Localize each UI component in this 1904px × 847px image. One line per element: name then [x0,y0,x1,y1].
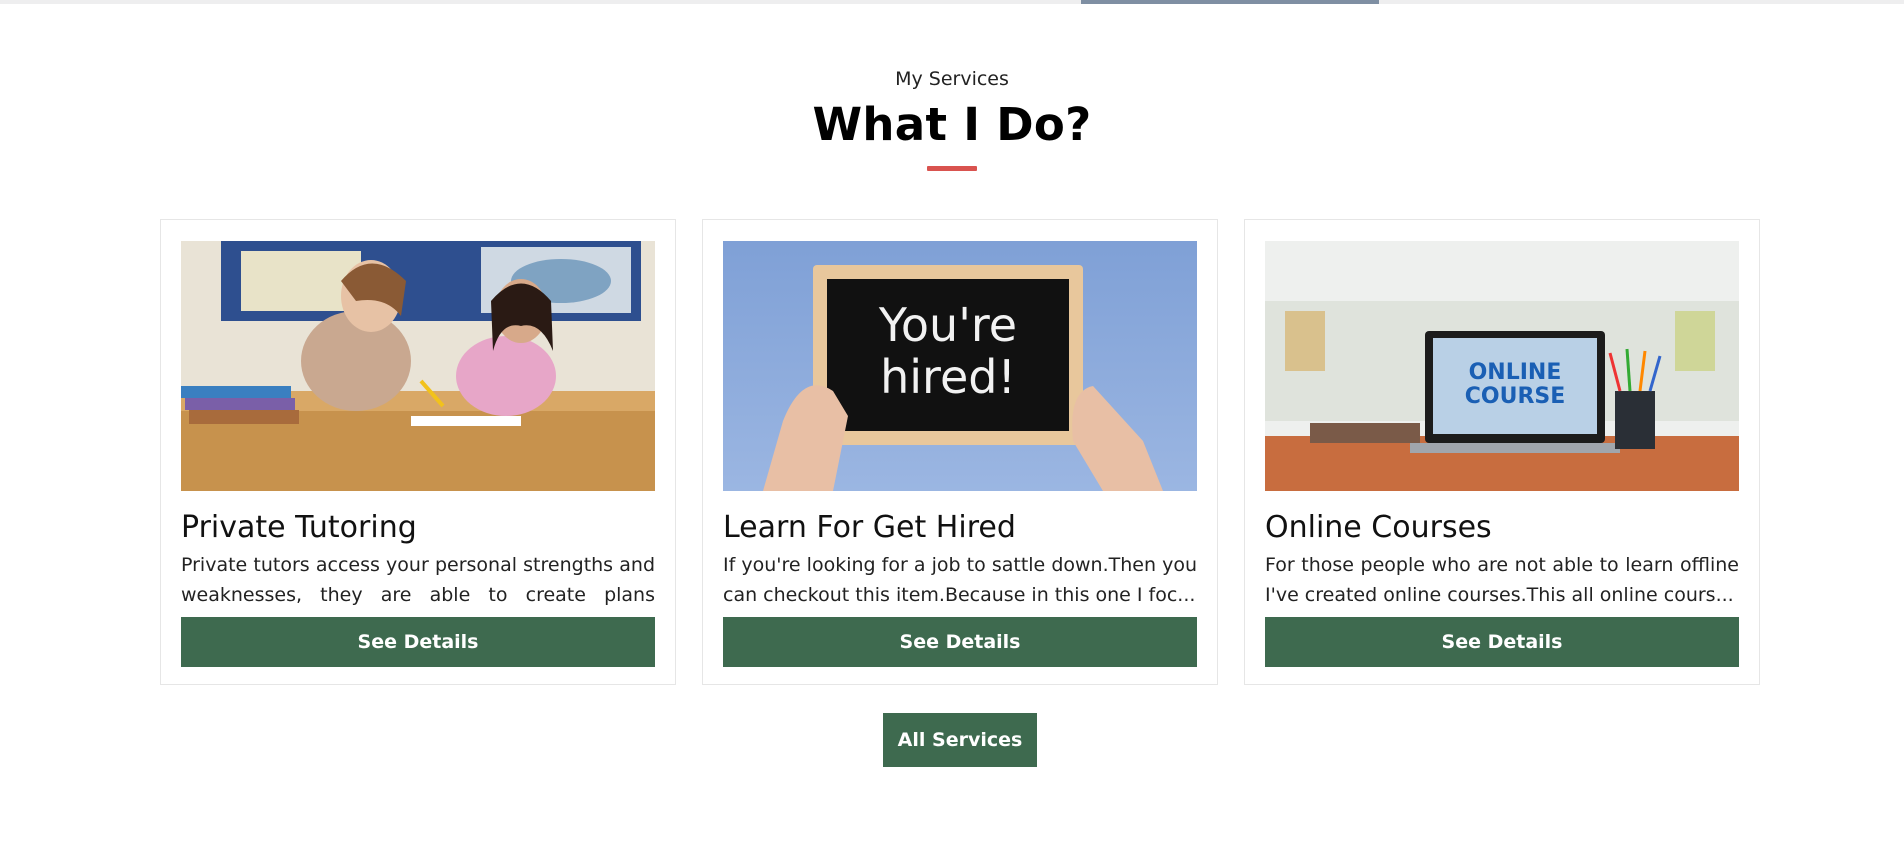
service-description: If you're looking for a job to sattle do… [723,554,1197,606]
service-title: Learn For Get Hired [723,510,1016,545]
service-title: Online Courses [1265,510,1492,545]
service-description: Private tutors access your personal stre… [181,554,655,606]
services-grid: Private Tutoring Private tutors access y… [160,219,1760,689]
youre-hired-chalkboard-photo: You're hired! [723,241,1197,491]
all-services-button[interactable]: All Services [883,713,1037,767]
svg-text:hired!: hired! [880,350,1016,404]
service-title: Private Tutoring [181,510,417,545]
svg-text:COURSE: COURSE [1465,384,1566,409]
services-heading: My Services What I Do? [0,66,1904,171]
section-title: What I Do? [812,98,1092,151]
section-eyebrow: My Services [895,68,1009,90]
previous-section-edge [0,0,1904,4]
service-image-hired: You're hired! [723,241,1197,491]
service-card-private-tutoring: Private Tutoring Private tutors access y… [160,219,676,685]
see-details-button-hired[interactable]: See Details [723,617,1197,667]
service-image-online: ONLINE COURSE [1265,241,1739,491]
service-card-get-hired: You're hired! Learn For Get Hired If you… [702,219,1218,685]
teacher-and-student-photo [181,241,655,491]
service-image-tutoring [181,241,655,491]
title-underline [927,166,977,171]
service-description: For those people who are not able to lea… [1265,554,1739,606]
see-details-button-tutoring[interactable]: See Details [181,617,655,667]
svg-text:You're: You're [878,298,1017,352]
see-details-button-online[interactable]: See Details [1265,617,1739,667]
service-card-online-courses: ONLINE COURSE Online Courses For those p… [1244,219,1760,685]
svg-text:ONLINE: ONLINE [1469,360,1562,385]
hero-image-sliver [1081,0,1379,4]
online-course-laptop-photo: ONLINE COURSE [1265,241,1739,491]
